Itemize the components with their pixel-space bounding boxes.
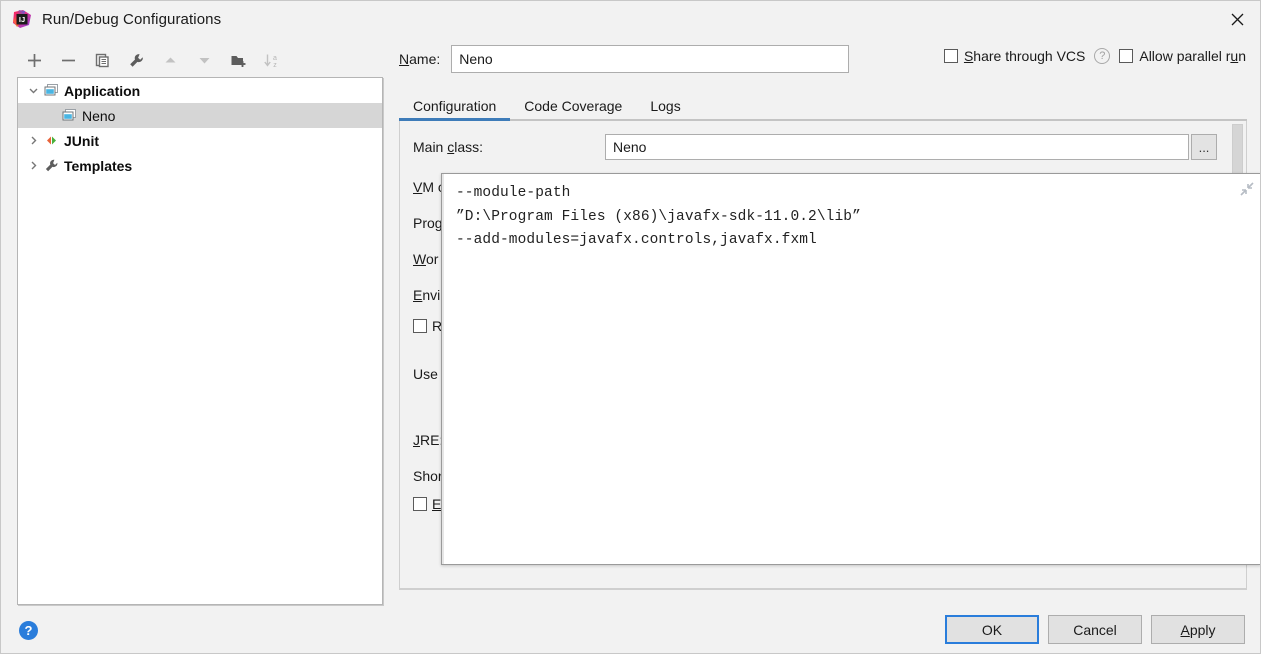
new-folder-button[interactable] <box>221 46 255 74</box>
wrench-icon <box>129 53 143 67</box>
close-window-button[interactable] <box>1214 1 1260 37</box>
window-title: Run/Debug Configurations <box>42 10 222 28</box>
sort-alpha-icon: a z <box>263 54 277 69</box>
main-class-browse-button[interactable]: ... <box>1191 134 1217 160</box>
copy-configuration-button[interactable] <box>85 46 119 74</box>
arrow-up-icon <box>165 57 175 62</box>
environment-variables-label: Envi <box>413 287 441 303</box>
checkbox-box[interactable] <box>943 49 958 63</box>
share-through-vcs-label: Share through VCS <box>963 48 1086 64</box>
svg-text:z: z <box>273 62 277 69</box>
copy-icon <box>95 53 109 67</box>
tree-node-neno[interactable]: Neno <box>18 103 382 128</box>
checkbox-box[interactable] <box>1119 49 1134 63</box>
tab-code-coverage[interactable]: Code Coverage <box>510 91 636 121</box>
name-label: Name: <box>399 51 441 67</box>
use-classpath-label: Use <box>413 366 438 382</box>
tree-node-label: Application <box>64 82 141 99</box>
name-input[interactable] <box>451 45 850 73</box>
allow-parallel-run-checkbox[interactable]: Allow parallel run <box>1119 48 1246 64</box>
remove-configuration-button[interactable] <box>51 46 85 74</box>
edit-templates-button[interactable] <box>119 46 153 74</box>
checkbox-box[interactable] <box>413 319 427 333</box>
apply-button[interactable]: Apply <box>1151 615 1245 644</box>
chevron-down-icon[interactable] <box>24 78 42 103</box>
collapse-arrows-icon[interactable] <box>1238 180 1256 198</box>
share-vcs-help-icon[interactable]: ? <box>1094 48 1111 64</box>
tab-logs[interactable]: Logs <box>636 91 694 121</box>
application-icon <box>60 107 78 125</box>
sort-configurations-button[interactable]: a z <box>255 46 289 74</box>
ok-button[interactable]: OK <box>945 615 1039 644</box>
main-class-input[interactable]: Neno <box>605 134 1189 160</box>
help-button[interactable]: ? <box>19 621 38 640</box>
folder-add-icon <box>231 55 245 67</box>
allow-parallel-run-label: Allow parallel run <box>1139 48 1246 64</box>
tree-node-label: JUnit <box>64 132 99 149</box>
tree-node-junit[interactable]: JUnit <box>18 128 382 153</box>
dialog-buttons: OK Cancel Apply <box>945 615 1245 644</box>
svg-text:IJ: IJ <box>19 15 25 24</box>
svg-text:a: a <box>273 55 277 62</box>
run-debug-configurations-dialog: IJ Run/Debug Configurations a z Applicat… <box>0 0 1261 654</box>
enable-capture-checkbox[interactable]: E <box>413 496 441 512</box>
help-glyph: ? <box>1099 50 1106 62</box>
configuration-tabs: Configuration Code Coverage Logs <box>399 89 1247 121</box>
bottom-separator <box>399 589 1247 590</box>
configurations-tree[interactable]: Application Neno JUnit Templates <box>17 77 383 605</box>
working-directory-label: Wor <box>413 251 439 267</box>
redirect-input-checkbox[interactable]: R <box>413 318 442 334</box>
vm-options-expanded-editor[interactable]: --module-path ”D:\Program Files (x86)\ja… <box>441 173 1260 565</box>
close-icon <box>1231 13 1243 25</box>
configurations-toolbar: a z <box>17 45 383 75</box>
chevron-right-icon[interactable] <box>24 128 42 153</box>
tab-configuration[interactable]: Configuration <box>399 91 511 121</box>
move-up-button[interactable] <box>153 46 187 74</box>
application-icon <box>42 82 60 100</box>
plus-icon <box>27 53 41 67</box>
name-row: Name: <box>399 45 850 73</box>
tree-node-templates[interactable]: Templates <box>18 153 382 178</box>
wrench-icon <box>42 157 60 175</box>
chevron-right-icon[interactable] <box>24 153 42 178</box>
main-class-label: Main class: <box>413 139 484 155</box>
tree-node-label: Neno <box>82 107 116 124</box>
top-options: Share through VCS ? Allow parallel run <box>943 48 1246 64</box>
intellij-idea-logo-icon: IJ <box>12 9 32 29</box>
shorten-command-line-label: Shor <box>413 468 443 484</box>
cancel-button[interactable]: Cancel <box>1048 615 1142 644</box>
arrow-down-icon <box>199 57 209 63</box>
title-bar: IJ Run/Debug Configurations <box>1 1 1260 37</box>
tree-node-application[interactable]: Application <box>18 78 382 103</box>
help-glyph: ? <box>24 623 33 638</box>
editor-left-gutter <box>442 174 444 564</box>
move-down-button[interactable] <box>187 46 221 74</box>
program-arguments-label: Prog <box>413 215 443 231</box>
junit-icon <box>42 132 60 150</box>
share-through-vcs-checkbox[interactable]: Share through VCS <box>943 48 1086 64</box>
add-configuration-button[interactable] <box>17 46 51 74</box>
vm-options-text[interactable]: --module-path ”D:\Program Files (x86)\ja… <box>456 182 861 253</box>
jre-label: JRE: <box>413 432 444 448</box>
enable-capture-label: E <box>432 496 442 512</box>
tree-node-label: Templates <box>64 157 133 174</box>
checkbox-box[interactable] <box>413 497 427 511</box>
minus-icon <box>61 59 75 61</box>
